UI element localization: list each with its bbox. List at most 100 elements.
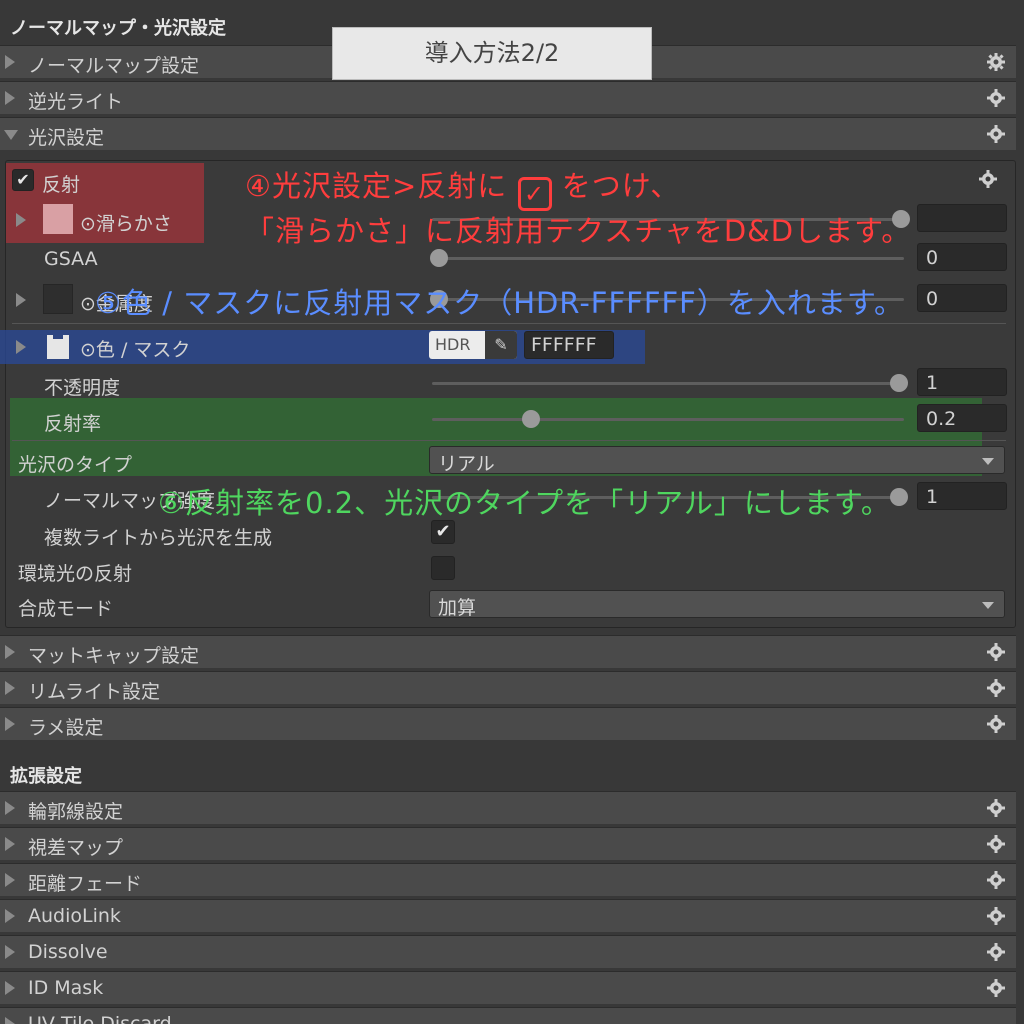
gsaa-field[interactable]: 0 — [917, 243, 1007, 271]
foldout-id-mask[interactable]: ID Mask — [0, 971, 1016, 1004]
foldout-dissolve[interactable]: Dissolve — [0, 935, 1016, 968]
section-header-extended: 拡張設定 — [10, 766, 82, 787]
reflection-checkbox[interactable]: ✔ — [12, 169, 34, 191]
opacity-field[interactable]: 1 — [917, 368, 1007, 396]
expand-arrow-icon — [5, 91, 15, 105]
foldout-label: マットキャップ設定 — [28, 645, 200, 667]
env-reflection-checkbox[interactable] — [431, 556, 455, 580]
gear-icon[interactable] — [986, 870, 1006, 890]
metallic-field[interactable]: 0 — [917, 284, 1007, 312]
blend-mode-value: 加算 — [438, 597, 477, 619]
gear-icon[interactable] — [978, 169, 998, 189]
expand-arrow-icon[interactable] — [16, 340, 26, 354]
foldout-label: 逆光ライト — [28, 91, 124, 113]
gear-icon[interactable] — [986, 798, 1006, 818]
foldout-label: ID Mask — [28, 977, 104, 999]
foldout-label: UV Tile Discard — [28, 1013, 172, 1024]
color-hex-field[interactable]: FFFFFF — [524, 331, 614, 359]
gear-icon[interactable] — [986, 678, 1006, 698]
foldout-glitter[interactable]: ラメ設定 — [0, 707, 1016, 740]
multi-light-checkbox[interactable]: ✔ — [431, 520, 455, 544]
expand-arrow-icon[interactable] — [16, 213, 26, 227]
expand-arrow-icon[interactable] — [16, 293, 26, 307]
reflectance-field[interactable]: 0.2 — [917, 404, 1007, 432]
foldout-parallax[interactable]: 視差マップ — [0, 827, 1016, 860]
opacity-label: 不透明度 — [44, 377, 121, 399]
multi-light-label: 複数ライトから光沢を生成 — [44, 527, 273, 549]
expand-arrow-icon — [5, 681, 15, 695]
reflectance-slider-track[interactable] — [432, 418, 904, 421]
divider — [12, 440, 1006, 441]
foldout-uv-tile-discard[interactable]: UV Tile Discard — [0, 1007, 1016, 1024]
expand-arrow-icon — [5, 1017, 15, 1024]
check-icon: ✓ — [517, 177, 552, 211]
expand-arrow-icon — [5, 981, 15, 995]
title-banner-text: 導入方法2/2 — [424, 39, 560, 67]
foldout-label: AudioLink — [28, 905, 121, 927]
foldout-label: Dissolve — [28, 941, 108, 963]
gear-icon[interactable] — [986, 978, 1006, 998]
annotation-step6: ⑥反射率を0.2、光沢のタイプを「リアル」にします。 — [158, 486, 891, 520]
blend-mode-dropdown[interactable]: 加算 — [429, 590, 1005, 619]
reflectance-slider-thumb[interactable] — [522, 410, 540, 428]
expand-arrow-icon — [5, 945, 15, 959]
annotation-step5: ⑤色 / マスクに反射用マスク（HDR-FFFFFF）を入れます。 — [95, 286, 904, 320]
env-reflection-label: 環境光の反射 — [18, 563, 133, 585]
gear-icon[interactable] — [986, 906, 1006, 926]
gsaa-slider-thumb[interactable] — [430, 249, 448, 267]
gear-icon[interactable] — [986, 642, 1006, 662]
foldout-outline[interactable]: 輪郭線設定 — [0, 791, 1016, 824]
hdr-color-swatch[interactable]: HDR ✎ — [429, 331, 517, 359]
texture-slot-metallic[interactable] — [43, 284, 73, 314]
title-banner: 導入方法2/2 — [332, 27, 652, 80]
gear-icon[interactable] — [986, 52, 1006, 72]
eyedropper-icon[interactable]: ✎ — [485, 331, 517, 359]
reflection-label: 反射 — [42, 174, 81, 196]
expand-arrow-icon — [5, 909, 15, 923]
hdr-label: HDR — [435, 335, 471, 354]
gloss-type-dropdown[interactable]: リアル — [429, 446, 1005, 475]
annotation-step4-line1: ④光沢設定>反射に ✓ をつけ、 — [245, 163, 680, 211]
reflectance-label: 反射率 — [44, 413, 102, 435]
color-mask-label: ⊙色 / マスク — [80, 339, 191, 361]
expand-arrow-icon — [5, 873, 15, 887]
smoothness-label: ⊙滑らかさ — [80, 213, 172, 235]
gloss-type-label: 光沢のタイプ — [18, 454, 133, 476]
foldout-label: 光沢設定 — [28, 127, 105, 149]
foldout-matcap[interactable]: マットキャップ設定 — [0, 635, 1016, 668]
divider — [12, 323, 1006, 324]
foldout-label: ノーマルマップ設定 — [28, 55, 200, 77]
chevron-down-icon — [982, 458, 994, 465]
foldout-backlight[interactable]: 逆光ライト — [0, 81, 1016, 114]
foldout-rimlight[interactable]: リムライト設定 — [0, 671, 1016, 704]
gear-icon[interactable] — [986, 834, 1006, 854]
opacity-slider-track[interactable] — [432, 382, 904, 385]
expand-arrow-icon — [5, 801, 15, 815]
gear-icon[interactable] — [986, 88, 1006, 108]
opacity-slider-thumb[interactable] — [890, 374, 908, 392]
foldout-gloss-settings[interactable]: 光沢設定 — [0, 117, 1016, 150]
foldout-distance-fade[interactable]: 距離フェード — [0, 863, 1016, 896]
gear-icon[interactable] — [986, 942, 1006, 962]
texture-mask-icon[interactable] — [44, 331, 72, 361]
foldout-audiolink[interactable]: AudioLink — [0, 899, 1016, 932]
annotation-step4-line2: 「滑らかさ」に反射用テクスチャをD&Dします。 — [245, 214, 912, 248]
texture-slot-smoothness[interactable] — [43, 204, 73, 234]
foldout-label: 輪郭線設定 — [28, 801, 124, 823]
blend-mode-label: 合成モード — [18, 598, 114, 620]
gear-icon[interactable] — [986, 124, 1006, 144]
smoothness-field[interactable] — [917, 204, 1007, 232]
annotation-step4-a: ④光沢設定>反射に — [245, 169, 508, 203]
normal-strength-field[interactable]: 1 — [917, 482, 1007, 510]
section-header-normal-gloss: ノーマルマップ・光沢設定 — [10, 18, 226, 39]
annotation-step4-b: をつけ、 — [561, 169, 681, 203]
normal-strength-slider-thumb[interactable] — [890, 488, 908, 506]
gloss-type-value: リアル — [438, 453, 495, 475]
gsaa-slider-track[interactable] — [432, 257, 904, 260]
expand-arrow-icon — [5, 837, 15, 851]
foldout-label: リムライト設定 — [28, 681, 161, 703]
foldout-label: 距離フェード — [28, 873, 143, 895]
gsaa-label: GSAA — [44, 248, 98, 270]
expand-arrow-icon — [5, 717, 15, 731]
gear-icon[interactable] — [986, 714, 1006, 734]
